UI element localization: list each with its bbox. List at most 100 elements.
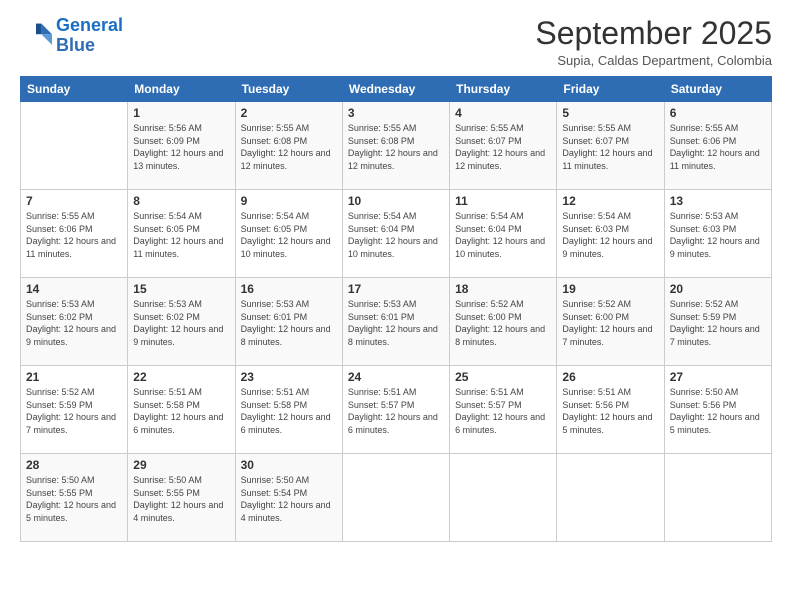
day-cell: 1 Sunrise: 5:56 AMSunset: 6:09 PMDaylight…	[128, 102, 235, 190]
day-number: 30	[241, 458, 337, 472]
day-cell: 2 Sunrise: 5:55 AMSunset: 6:08 PMDaylight…	[235, 102, 342, 190]
day-cell: 28 Sunrise: 5:50 AMSunset: 5:55 PMDayligh…	[21, 454, 128, 542]
day-cell: 3Sunrise: 5:55 AMSunset: 6:08 PMDaylight…	[342, 102, 449, 190]
day-number: 28	[26, 458, 122, 472]
day-detail: Sunrise: 5:51 AMSunset: 5:57 PMDaylight:…	[348, 386, 444, 436]
day-number: 26	[562, 370, 658, 384]
day-number: 10	[348, 194, 444, 208]
day-number: 8	[133, 194, 229, 208]
day-detail: Sunrise: 5:55 AMSunset: 6:06 PMDaylight:…	[670, 122, 766, 172]
day-cell: 4Sunrise: 5:55 AMSunset: 6:07 PMDaylight…	[450, 102, 557, 190]
day-cell: 15 Sunrise: 5:53 AMSunset: 6:02 PMDayligh…	[128, 278, 235, 366]
day-cell: 23Sunrise: 5:51 AMSunset: 5:58 PMDayligh…	[235, 366, 342, 454]
page: General Blue September 2025 Supia, Calda…	[0, 0, 792, 612]
day-number: 9	[241, 194, 337, 208]
day-cell	[342, 454, 449, 542]
logo-text: General Blue	[56, 16, 123, 56]
day-number: 5	[562, 106, 658, 120]
week-row-4: 21Sunrise: 5:52 AMSunset: 5:59 PMDayligh…	[21, 366, 772, 454]
week-row-1: 1 Sunrise: 5:56 AMSunset: 6:09 PMDaylight…	[21, 102, 772, 190]
day-cell	[557, 454, 664, 542]
week-row-3: 14 Sunrise: 5:53 AMSunset: 6:02 PMDayligh…	[21, 278, 772, 366]
day-detail: Sunrise: 5:53 AMSunset: 6:03 PMDaylight:…	[670, 210, 766, 260]
day-number: 2	[241, 106, 337, 120]
day-detail: Sunrise: 5:55 AMSunset: 6:07 PMDaylight:…	[455, 122, 551, 172]
day-cell: 9 Sunrise: 5:54 AMSunset: 6:05 PMDaylight…	[235, 190, 342, 278]
day-cell: 21Sunrise: 5:52 AMSunset: 5:59 PMDayligh…	[21, 366, 128, 454]
weekday-header-row: SundayMondayTuesdayWednesdayThursdayFrid…	[21, 77, 772, 102]
day-cell: 20Sunrise: 5:52 AMSunset: 5:59 PMDayligh…	[664, 278, 771, 366]
day-number: 16	[241, 282, 337, 296]
day-number: 29	[133, 458, 229, 472]
day-number: 15	[133, 282, 229, 296]
day-number: 3	[348, 106, 444, 120]
weekday-header-saturday: Saturday	[664, 77, 771, 102]
day-detail: Sunrise: 5:55 AMSunset: 6:07 PMDaylight:…	[562, 122, 658, 172]
day-detail: Sunrise: 5:50 AMSunset: 5:54 PMDaylight:…	[241, 474, 337, 524]
day-cell: 14 Sunrise: 5:53 AMSunset: 6:02 PMDayligh…	[21, 278, 128, 366]
logo: General Blue	[20, 16, 123, 56]
day-cell: 29 Sunrise: 5:50 AMSunset: 5:55 PMDayligh…	[128, 454, 235, 542]
day-cell: 16 Sunrise: 5:53 AMSunset: 6:01 PMDayligh…	[235, 278, 342, 366]
logo-icon	[20, 20, 52, 52]
day-detail: Sunrise: 5:54 AMSunset: 6:05 PMDaylight:…	[241, 210, 337, 260]
title-block: September 2025 Supia, Caldas Department,…	[535, 16, 772, 68]
day-cell: 12Sunrise: 5:54 AMSunset: 6:03 PMDayligh…	[557, 190, 664, 278]
day-cell: 13Sunrise: 5:53 AMSunset: 6:03 PMDayligh…	[664, 190, 771, 278]
day-detail: Sunrise: 5:51 AMSunset: 5:57 PMDaylight:…	[455, 386, 551, 436]
day-detail: Sunrise: 5:54 AMSunset: 6:04 PMDaylight:…	[455, 210, 551, 260]
day-cell	[450, 454, 557, 542]
day-detail: Sunrise: 5:53 AMSunset: 6:02 PMDaylight:…	[133, 298, 229, 348]
day-number: 14	[26, 282, 122, 296]
day-detail: Sunrise: 5:53 AMSunset: 6:02 PMDaylight:…	[26, 298, 122, 348]
day-cell	[21, 102, 128, 190]
day-number: 23	[241, 370, 337, 384]
day-detail: Sunrise: 5:55 AMSunset: 6:08 PMDaylight:…	[241, 122, 337, 172]
weekday-header-monday: Monday	[128, 77, 235, 102]
day-cell: 7 Sunrise: 5:55 AMSunset: 6:06 PMDaylight…	[21, 190, 128, 278]
logo-line1: General	[56, 15, 123, 35]
day-number: 17	[348, 282, 444, 296]
day-detail: Sunrise: 5:51 AMSunset: 5:56 PMDaylight:…	[562, 386, 658, 436]
day-detail: Sunrise: 5:55 AMSunset: 6:06 PMDaylight:…	[26, 210, 122, 260]
calendar: SundayMondayTuesdayWednesdayThursdayFrid…	[20, 76, 772, 542]
logo-line2: Blue	[56, 35, 95, 55]
day-number: 18	[455, 282, 551, 296]
day-number: 27	[670, 370, 766, 384]
weekday-header-friday: Friday	[557, 77, 664, 102]
day-detail: Sunrise: 5:52 AMSunset: 6:00 PMDaylight:…	[562, 298, 658, 348]
subtitle: Supia, Caldas Department, Colombia	[535, 53, 772, 68]
weekday-header-wednesday: Wednesday	[342, 77, 449, 102]
day-detail: Sunrise: 5:54 AMSunset: 6:04 PMDaylight:…	[348, 210, 444, 260]
day-cell: 8 Sunrise: 5:54 AMSunset: 6:05 PMDaylight…	[128, 190, 235, 278]
weekday-header-tuesday: Tuesday	[235, 77, 342, 102]
day-number: 11	[455, 194, 551, 208]
weekday-header-sunday: Sunday	[21, 77, 128, 102]
day-number: 20	[670, 282, 766, 296]
day-cell: 30 Sunrise: 5:50 AMSunset: 5:54 PMDayligh…	[235, 454, 342, 542]
weekday-header-thursday: Thursday	[450, 77, 557, 102]
day-cell: 24 Sunrise: 5:51 AMSunset: 5:57 PMDayligh…	[342, 366, 449, 454]
day-detail: Sunrise: 5:50 AMSunset: 5:55 PMDaylight:…	[133, 474, 229, 524]
day-detail: Sunrise: 5:53 AMSunset: 6:01 PMDaylight:…	[241, 298, 337, 348]
day-number: 22	[133, 370, 229, 384]
day-number: 1	[133, 106, 229, 120]
day-cell: 11 Sunrise: 5:54 AMSunset: 6:04 PMDayligh…	[450, 190, 557, 278]
header: General Blue September 2025 Supia, Calda…	[20, 16, 772, 68]
day-cell: 10 Sunrise: 5:54 AMSunset: 6:04 PMDayligh…	[342, 190, 449, 278]
day-cell: 18Sunrise: 5:52 AMSunset: 6:00 PMDayligh…	[450, 278, 557, 366]
day-detail: Sunrise: 5:54 AMSunset: 6:05 PMDaylight:…	[133, 210, 229, 260]
day-cell: 6 Sunrise: 5:55 AMSunset: 6:06 PMDaylight…	[664, 102, 771, 190]
day-detail: Sunrise: 5:53 AMSunset: 6:01 PMDaylight:…	[348, 298, 444, 348]
week-row-2: 7 Sunrise: 5:55 AMSunset: 6:06 PMDaylight…	[21, 190, 772, 278]
day-detail: Sunrise: 5:50 AMSunset: 5:56 PMDaylight:…	[670, 386, 766, 436]
day-cell: 19Sunrise: 5:52 AMSunset: 6:00 PMDayligh…	[557, 278, 664, 366]
day-number: 7	[26, 194, 122, 208]
day-detail: Sunrise: 5:56 AMSunset: 6:09 PMDaylight:…	[133, 122, 229, 172]
day-number: 6	[670, 106, 766, 120]
day-number: 12	[562, 194, 658, 208]
day-cell: 25Sunrise: 5:51 AMSunset: 5:57 PMDayligh…	[450, 366, 557, 454]
day-detail: Sunrise: 5:50 AMSunset: 5:55 PMDaylight:…	[26, 474, 122, 524]
day-number: 24	[348, 370, 444, 384]
day-number: 21	[26, 370, 122, 384]
